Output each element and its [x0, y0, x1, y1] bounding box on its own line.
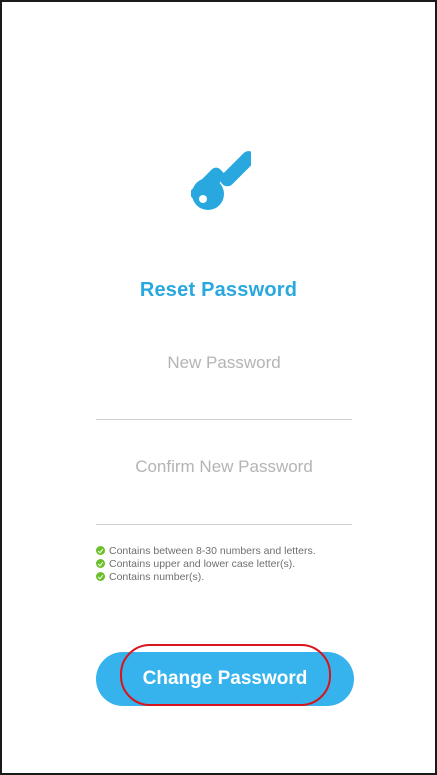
confirm-password-field[interactable]: Confirm New Password	[96, 457, 352, 525]
requirement-item: Contains upper and lower case letter(s).	[96, 557, 396, 570]
confirm-password-placeholder: Confirm New Password	[135, 457, 313, 476]
change-password-button[interactable]: Change Password	[96, 652, 354, 706]
new-password-field[interactable]: New Password	[96, 353, 352, 421]
requirement-item: Contains number(s).	[96, 570, 396, 583]
new-password-underline	[96, 419, 352, 420]
check-circle-icon	[96, 559, 105, 568]
new-password-placeholder: New Password	[167, 353, 281, 372]
requirement-text: Contains number(s).	[109, 570, 205, 583]
check-circle-icon	[96, 572, 105, 581]
page-title: Reset Password	[139, 279, 298, 301]
requirement-item: Contains between 8-30 numbers and letter…	[96, 544, 396, 557]
confirm-password-underline	[96, 524, 352, 525]
requirement-text: Contains between 8-30 numbers and letter…	[109, 544, 316, 557]
requirement-text: Contains upper and lower case letter(s).	[109, 557, 296, 570]
key-icon	[191, 151, 251, 210]
password-requirements: Contains between 8-30 numbers and letter…	[96, 544, 396, 583]
check-circle-icon	[96, 546, 105, 555]
